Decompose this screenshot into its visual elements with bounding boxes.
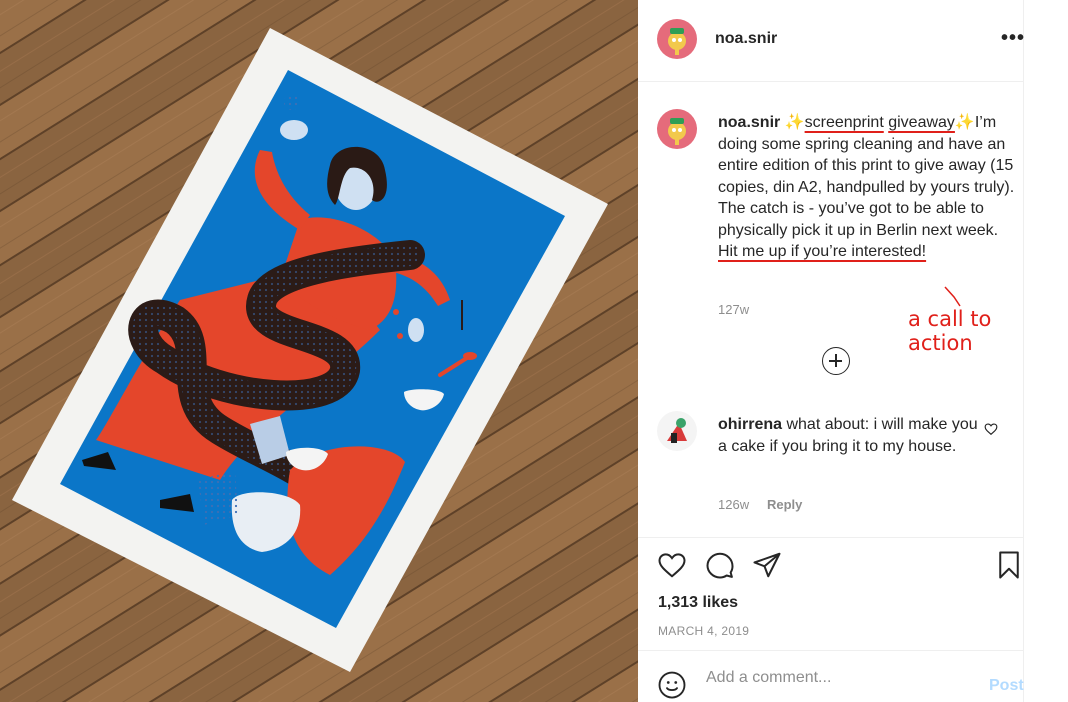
post-date[interactable]: MARCH 4, 2019 — [658, 624, 749, 638]
post-header: noa.snir ••• — [638, 0, 1024, 82]
sparkle-emoji: ✨ — [954, 114, 975, 131]
heart-icon — [984, 423, 998, 436]
likes-count[interactable]: 1,313 likes — [658, 594, 738, 612]
caption-call-to-action: Hit me up if you’re interested! — [718, 243, 927, 260]
comment-text: ohirrena what about: i will make you a c… — [718, 414, 980, 457]
annotation-label: a call to action — [908, 307, 992, 355]
avatar[interactable] — [657, 19, 697, 59]
reply-button[interactable]: Reply — [767, 497, 802, 512]
comment-username[interactable]: ohirrena — [718, 416, 782, 433]
caption-timestamp[interactable]: 127w — [718, 302, 749, 317]
post-panel: noa.snir ••• noa.snir ✨screenprint givea… — [638, 0, 1024, 702]
comment-avatar[interactable] — [657, 411, 697, 451]
heart-icon[interactable] — [657, 550, 687, 585]
username-link[interactable]: noa.snir — [715, 30, 777, 48]
post-image[interactable] — [0, 0, 638, 702]
caption-highlight-giveaway: giveaway — [888, 114, 955, 131]
post-comment-button[interactable]: Post — [989, 677, 1024, 695]
bookmark-icon[interactable] — [994, 550, 1024, 585]
caption-username[interactable]: noa.snir — [718, 114, 780, 131]
comment-bubble-icon[interactable] — [705, 550, 735, 585]
sparkle-emoji: ✨ — [784, 114, 805, 131]
caption-body: I’m doing some spring cleaning and have … — [718, 114, 1015, 239]
emoji-icon[interactable] — [657, 670, 687, 702]
comment-like-heart-icon[interactable] — [984, 422, 998, 441]
add-comment-bar: Post — [638, 650, 1024, 702]
add-comment-input[interactable] — [706, 669, 966, 687]
avatar-image — [657, 411, 697, 451]
avatar-image — [657, 19, 697, 59]
paper-plane-icon[interactable] — [752, 550, 782, 585]
action-bar: 1,313 likes MARCH 4, 2019 — [638, 537, 1024, 649]
comment-timestamp[interactable]: 126w — [718, 497, 749, 512]
load-more-comments-icon[interactable] — [822, 347, 850, 375]
caption-highlight-screenprint: screenprint — [804, 114, 884, 131]
screenprint-photo — [0, 0, 638, 702]
caption-avatar[interactable] — [657, 109, 697, 149]
avatar-image — [657, 109, 697, 149]
more-options-icon[interactable]: ••• — [1001, 28, 1025, 48]
caption-text: noa.snir ✨screenprint giveaway✨I’m doing… — [718, 112, 1018, 263]
